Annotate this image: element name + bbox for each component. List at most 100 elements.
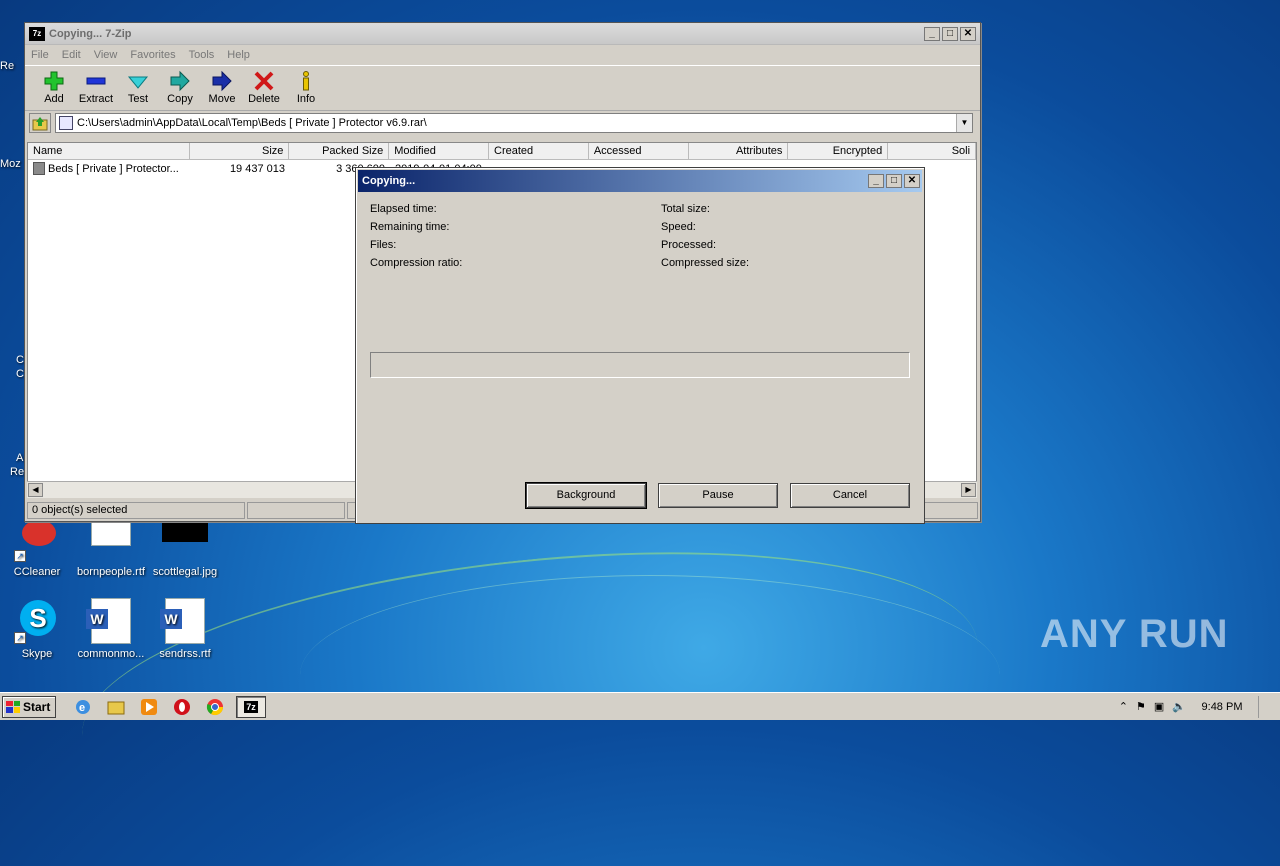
system-tray: ⌃ ⚑ ▣ 🔈 9:48 PM bbox=[1119, 693, 1280, 720]
column-header-encrypted[interactable]: Encrypted bbox=[788, 143, 889, 159]
taskbar: Start e 7z ⌃ ⚑ ▣ 🔈 9:48 PM bbox=[0, 692, 1280, 720]
column-header-created[interactable]: Created bbox=[489, 143, 589, 159]
info-button[interactable]: Info bbox=[285, 66, 327, 105]
desktop-icon-ccleaner[interactable]: ↗ CCleaner bbox=[0, 516, 74, 578]
up-folder-icon bbox=[32, 117, 48, 131]
desktop-icon-sendrss[interactable]: W sendrss.rtf bbox=[148, 598, 222, 660]
action-center-icon[interactable]: ▣ bbox=[1154, 700, 1164, 713]
menu-edit[interactable]: Edit bbox=[62, 49, 81, 61]
media-player-icon bbox=[141, 698, 157, 715]
ccleaner-icon: ↗ bbox=[14, 516, 60, 562]
sevenzip-app-icon: 7z bbox=[244, 700, 258, 713]
word-document-icon: W bbox=[160, 598, 208, 644]
dialog-titlebar[interactable]: Copying... _ □ ✕ bbox=[358, 170, 922, 192]
volume-icon[interactable]: 🔈 bbox=[1172, 700, 1186, 713]
desktop-icon-commonmo[interactable]: W commonmo... bbox=[74, 598, 148, 660]
desktop-icon-label: sendrss.rtf bbox=[159, 648, 211, 660]
status-selection: 0 object(s) selected bbox=[27, 502, 245, 519]
row-size: 19 437 013 bbox=[229, 162, 285, 175]
taskbar-ie[interactable]: e bbox=[72, 696, 94, 718]
rtf-document-icon bbox=[88, 516, 134, 562]
address-field[interactable]: C:\Users\admin\AppData\Local\Temp\Beds [… bbox=[55, 113, 973, 133]
desktop-icon-label: Skype bbox=[21, 648, 53, 660]
scroll-left-icon[interactable]: ◀ bbox=[28, 483, 43, 497]
maximize-button[interactable]: □ bbox=[942, 26, 958, 41]
cancel-button[interactable]: Cancel bbox=[790, 483, 910, 508]
dialog-minimize-button[interactable]: _ bbox=[868, 174, 884, 188]
status-pane bbox=[247, 502, 345, 519]
chevron-up-icon[interactable]: ⌃ bbox=[1119, 700, 1128, 713]
show-desktop-button[interactable] bbox=[1258, 695, 1272, 718]
column-header-modified[interactable]: Modified bbox=[389, 143, 490, 159]
taskbar-sevenzip[interactable]: 7z bbox=[236, 695, 266, 718]
window-titlebar[interactable]: 7z Copying... 7-Zip _ □ ✕ bbox=[25, 23, 980, 45]
list-header: Name Size Packed Size Modified Created A… bbox=[28, 143, 976, 160]
column-header-size[interactable]: Size bbox=[190, 143, 290, 159]
copy-button[interactable]: Copy bbox=[159, 66, 201, 105]
dialog-close-button[interactable]: ✕ bbox=[904, 174, 920, 188]
taskbar-opera[interactable] bbox=[171, 696, 193, 718]
up-folder-button[interactable] bbox=[29, 113, 51, 133]
copying-dialog: Copying... _ □ ✕ Elapsed time: Remaining… bbox=[355, 167, 925, 524]
pause-button[interactable]: Pause bbox=[658, 483, 778, 508]
background-button[interactable]: Background bbox=[525, 482, 647, 509]
column-header-name[interactable]: Name bbox=[28, 143, 190, 159]
desktop-icon-label: commonmo... bbox=[77, 648, 145, 660]
copy-label: Copy bbox=[167, 93, 193, 105]
check-icon bbox=[117, 69, 159, 93]
desktop-edge-label: Re bbox=[0, 60, 15, 72]
taskbar-media-player[interactable] bbox=[138, 696, 160, 718]
taskbar-chrome[interactable] bbox=[204, 696, 226, 718]
column-header-solid[interactable]: Soli bbox=[888, 143, 976, 159]
skype-icon: S ↗ bbox=[14, 598, 60, 644]
add-button[interactable]: Add bbox=[33, 66, 75, 105]
chevron-down-icon[interactable]: ▼ bbox=[956, 114, 972, 132]
desktop-edge-label: Moz bbox=[0, 158, 21, 170]
delete-button[interactable]: Delete bbox=[243, 66, 285, 105]
menu-help[interactable]: Help bbox=[227, 49, 250, 61]
desktop-edge-label: C bbox=[16, 368, 24, 380]
extract-button[interactable]: Extract bbox=[75, 66, 117, 105]
row-name: Beds [ Private ] Protector... bbox=[48, 162, 179, 175]
dialog-title: Copying... bbox=[362, 175, 416, 187]
address-text: C:\Users\admin\AppData\Local\Temp\Beds [… bbox=[77, 117, 427, 129]
elapsed-time-label: Elapsed time: bbox=[370, 203, 437, 215]
start-button[interactable]: Start bbox=[2, 695, 56, 718]
menu-favorites[interactable]: Favorites bbox=[130, 49, 175, 61]
desktop-icon-label: bornpeople.rtf bbox=[77, 566, 145, 578]
column-header-attributes[interactable]: Attributes bbox=[689, 143, 789, 159]
network-warning-icon[interactable]: ⚑ bbox=[1136, 700, 1146, 713]
move-button[interactable]: Move bbox=[201, 66, 243, 105]
opera-icon bbox=[174, 698, 190, 715]
jpg-thumbnail-icon bbox=[162, 516, 208, 562]
minus-icon bbox=[75, 69, 117, 93]
arrow-right-icon bbox=[201, 69, 243, 93]
internet-explorer-icon: e bbox=[76, 699, 90, 714]
menu-tools[interactable]: Tools bbox=[189, 49, 215, 61]
menu-file[interactable]: File bbox=[31, 49, 49, 61]
dialog-maximize-button[interactable]: □ bbox=[886, 174, 902, 188]
menu-view[interactable]: View bbox=[94, 49, 118, 61]
desktop-icon-scottlegal[interactable]: scottlegal.jpg bbox=[148, 516, 222, 578]
desktop-icon-bornpeople[interactable]: bornpeople.rtf bbox=[74, 516, 148, 578]
folder-icon bbox=[107, 701, 125, 714]
clock[interactable]: 9:48 PM bbox=[1194, 701, 1250, 713]
svg-text:e: e bbox=[79, 702, 85, 714]
desktop-icon-label: CCleaner bbox=[13, 566, 61, 578]
sevenzip-app-icon: 7z bbox=[29, 26, 45, 41]
progress-bar bbox=[370, 352, 910, 378]
test-button[interactable]: Test bbox=[117, 66, 159, 105]
taskbar-explorer[interactable] bbox=[105, 696, 127, 718]
anyrun-watermark: ANY RUN bbox=[1040, 612, 1229, 657]
watermark-text: ANY RUN bbox=[1040, 612, 1229, 656]
column-header-packed-size[interactable]: Packed Size bbox=[289, 143, 390, 159]
remaining-time-label: Remaining time: bbox=[370, 221, 450, 233]
desktop-icon-skype[interactable]: S ↗ Skype bbox=[0, 598, 74, 660]
close-button[interactable]: ✕ bbox=[960, 26, 976, 41]
chrome-icon bbox=[206, 698, 224, 715]
scroll-right-icon[interactable]: ▶ bbox=[961, 483, 976, 497]
info-label: Info bbox=[296, 93, 316, 105]
minimize-button[interactable]: _ bbox=[924, 26, 940, 41]
column-header-accessed[interactable]: Accessed bbox=[589, 143, 689, 159]
menu-bar: File Edit View Favorites Tools Help bbox=[25, 45, 980, 65]
